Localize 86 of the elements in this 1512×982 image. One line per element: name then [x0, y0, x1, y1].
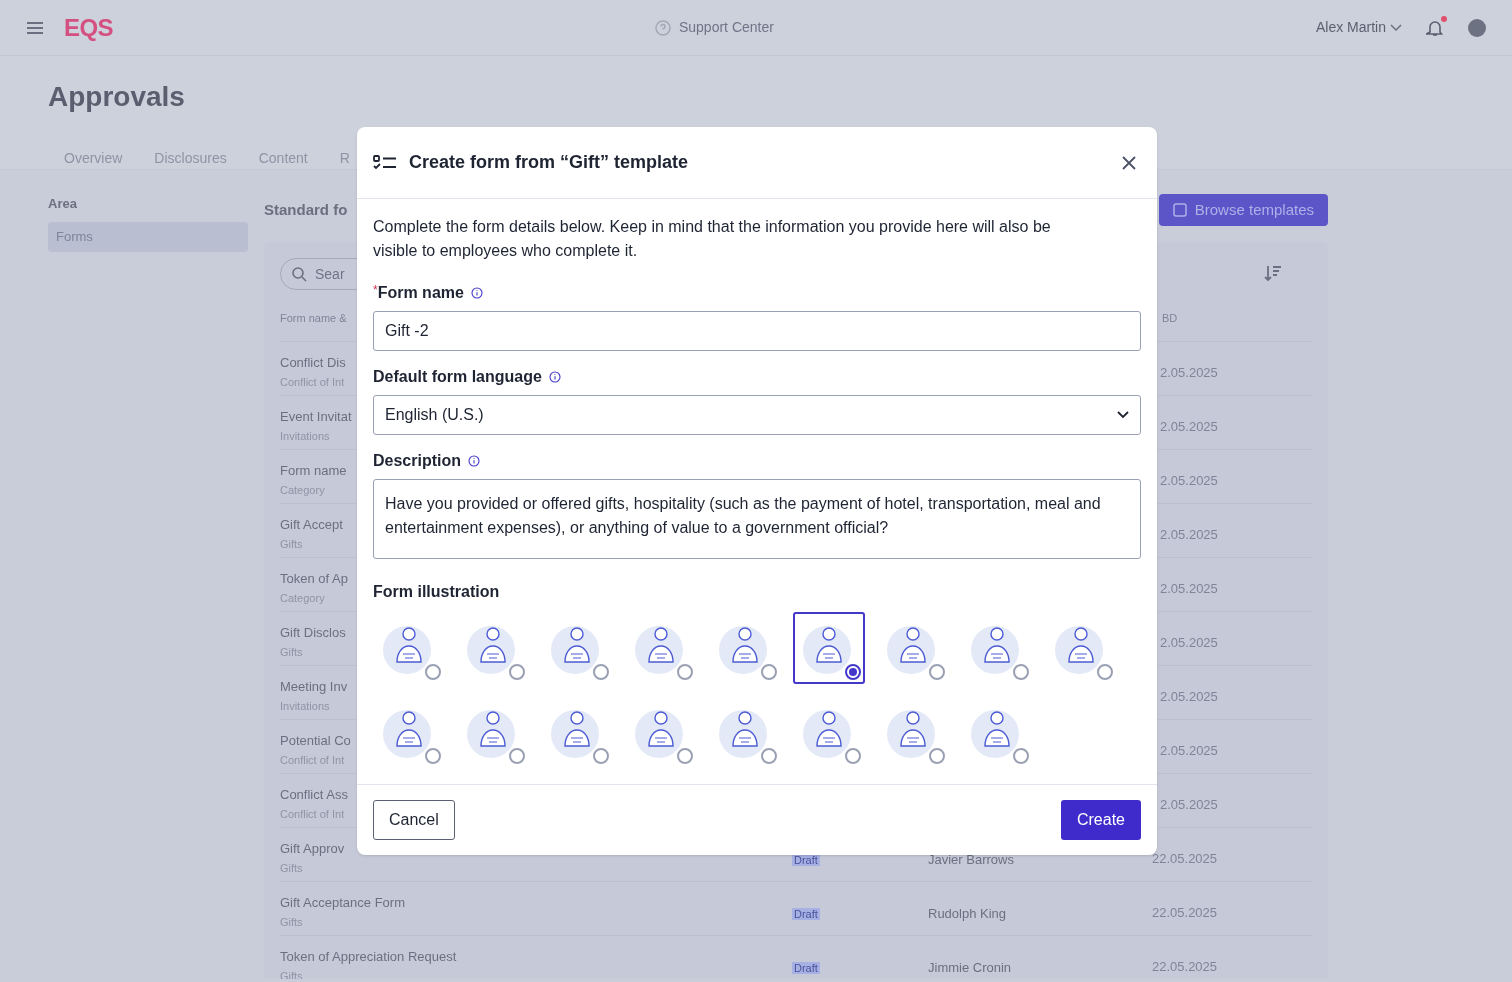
- avatar[interactable]: [1468, 18, 1486, 37]
- radio-button[interactable]: [593, 664, 609, 680]
- tab[interactable]: Overview: [64, 148, 123, 169]
- field-label: Description: [373, 451, 461, 471]
- radio-button[interactable]: [761, 664, 777, 680]
- close-icon: [1122, 155, 1136, 170]
- date-text: 2.05.2025: [1160, 417, 1218, 436]
- create-button[interactable]: Create: [1060, 800, 1141, 840]
- tab[interactable]: Content: [258, 148, 308, 169]
- radio-button[interactable]: [845, 664, 861, 680]
- date-text: 2.05.2025: [1160, 579, 1218, 598]
- radio-button[interactable]: [1013, 748, 1029, 764]
- date-text: 2.05.2025: [1160, 687, 1218, 706]
- form-name[interactable]: Gift Disclos: [280, 623, 346, 642]
- sort-icon[interactable]: [1264, 264, 1282, 282]
- date-text: 22.05.2025: [1152, 903, 1218, 922]
- radio-button[interactable]: [509, 664, 525, 680]
- tab[interactable]: Disclosures: [154, 148, 227, 169]
- radio-button[interactable]: [1013, 664, 1029, 680]
- logo[interactable]: EQS: [64, 9, 113, 46]
- radio-button[interactable]: [425, 748, 441, 764]
- info-icon: [470, 287, 483, 299]
- form-name[interactable]: Gift Acceptance Form: [280, 893, 405, 912]
- description-textarea[interactable]: Have you provided or offered gifts, hospitality (such as the payment of hotel, transportation, meal and entertainment expenses), or anything of value to a government official?: [373, 479, 1141, 559]
- info-icon: [548, 371, 561, 383]
- form-name[interactable]: Conflict Dis: [280, 353, 346, 372]
- form-name[interactable]: Token of Ap: [280, 569, 348, 588]
- form-name[interactable]: Token of Appreciation Request: [280, 947, 457, 966]
- radio-button[interactable]: [509, 748, 525, 764]
- date-text: 2.05.2025: [1160, 795, 1218, 814]
- illustration-option[interactable]: [793, 612, 865, 684]
- field-label: *Form name: [373, 282, 464, 303]
- section-label: Form illustration: [373, 582, 501, 602]
- owner-name: Javier Barrows: [928, 851, 1014, 867]
- form-name[interactable]: Event Invitat: [280, 407, 352, 426]
- form-name-input[interactable]: Gift -2: [373, 311, 1141, 351]
- form-name[interactable]: Gift Approv: [280, 839, 345, 858]
- radio-button[interactable]: [425, 664, 441, 680]
- search-icon: [291, 266, 307, 282]
- page-title: Approvals: [48, 80, 186, 114]
- dialog-title: Create form from “Gift” template: [409, 151, 690, 174]
- column-header: BD: [1162, 311, 1178, 327]
- form-name[interactable]: Conflict Ass: [280, 785, 348, 804]
- bell-icon[interactable]: [1426, 18, 1444, 37]
- section-title: Standard fo: [264, 199, 348, 220]
- date-text: 2.05.2025: [1160, 363, 1218, 382]
- browse-templates-button[interactable]: Browse templates: [1158, 194, 1328, 226]
- chevron-down-icon: [1390, 23, 1402, 32]
- cancel-button[interactable]: Cancel: [373, 800, 455, 840]
- radio-button[interactable]: [1097, 664, 1113, 680]
- form-name[interactable]: Potential Co: [280, 731, 351, 750]
- radio-button[interactable]: [845, 748, 861, 764]
- radio-button[interactable]: [677, 748, 693, 764]
- status-badge: Draft: [792, 907, 820, 920]
- checklist-icon: [373, 154, 397, 171]
- tab[interactable]: R: [339, 148, 350, 169]
- radio-button[interactable]: [929, 664, 945, 680]
- date-text: 2.05.2025: [1160, 471, 1218, 490]
- owner-name: Rudolph King: [928, 905, 1007, 921]
- support-center-link[interactable]: Support Center: [678, 17, 774, 38]
- help-icon: [654, 19, 671, 36]
- field-label: Default form language: [373, 367, 542, 387]
- info-icon: [468, 455, 480, 467]
- date-text: 22.05.2025: [1152, 849, 1218, 868]
- menu-icon[interactable]: [26, 20, 44, 35]
- status-badge: Draft: [792, 961, 820, 974]
- user-menu[interactable]: Alex Martin: [1315, 17, 1402, 38]
- radio-button[interactable]: [929, 748, 945, 764]
- radio-button[interactable]: [593, 748, 609, 764]
- date-text: 2.05.2025: [1160, 633, 1218, 652]
- date-text: 2.05.2025: [1160, 525, 1218, 544]
- template-icon: [1172, 203, 1187, 217]
- form-name[interactable]: Meeting Inv: [280, 677, 348, 696]
- form-name[interactable]: Form name: [280, 461, 347, 480]
- owner-name: Jimmie Cronin: [928, 959, 1012, 975]
- sidebar-item[interactable]: Forms: [48, 221, 248, 252]
- intro-text: Complete the form details below. Keep in mind that the information you provide here will also be visible to employees who complete it.: [373, 217, 1052, 261]
- column-header: Form name &: [280, 311, 348, 327]
- date-text: 2.05.2025: [1160, 741, 1218, 760]
- date-text: 22.05.2025: [1152, 957, 1218, 976]
- chevron-down-icon: [1117, 411, 1129, 419]
- radio-button[interactable]: [761, 748, 777, 764]
- sidebar-heading: Area: [48, 195, 78, 213]
- language-select[interactable]: English (U.S.): [373, 395, 1141, 435]
- form-name[interactable]: Gift Accept: [280, 515, 343, 534]
- radio-button[interactable]: [677, 664, 693, 680]
